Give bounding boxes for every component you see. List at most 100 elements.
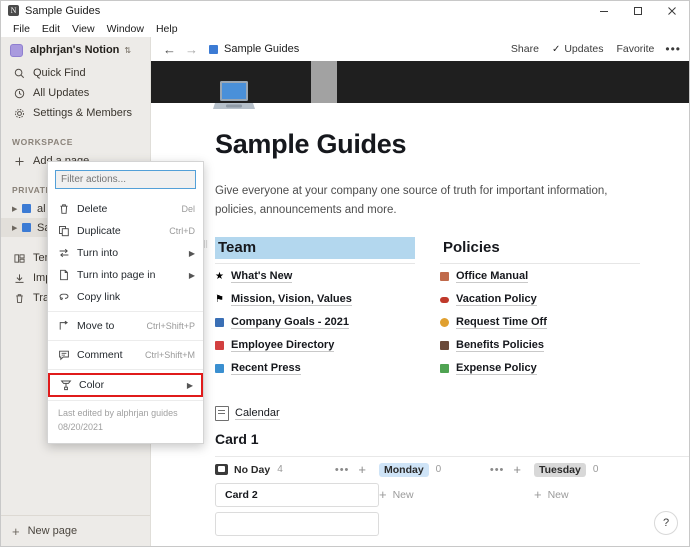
board-column-name[interactable]: Tuesday bbox=[534, 462, 586, 477]
list-item-label[interactable]: Office Manual bbox=[456, 270, 529, 284]
menu-item-delete[interactable]: Delete Del bbox=[48, 198, 203, 220]
no-day-icon bbox=[215, 464, 228, 476]
page-title[interactable]: Sample Guides bbox=[215, 129, 689, 160]
menu-item-copy-link[interactable]: Copy link bbox=[48, 286, 203, 308]
list-item-label[interactable]: Request Time Off bbox=[456, 316, 547, 330]
board-column-count: 0 bbox=[592, 464, 599, 476]
menu-item-label: Comment bbox=[77, 349, 123, 361]
board-card[interactable]: Card 2 bbox=[215, 482, 379, 507]
list-item-label[interactable]: Mission, Vision, Values bbox=[231, 293, 352, 307]
calendar-label[interactable]: Calendar bbox=[235, 407, 280, 420]
gear-icon bbox=[12, 108, 26, 119]
page-body: Sample Guides Give everyone at your comp… bbox=[151, 129, 689, 541]
board-column-monday: Monday 0 ••• + + New bbox=[379, 457, 534, 541]
board-new-label: New bbox=[547, 488, 569, 501]
list-item-label[interactable]: Expense Policy bbox=[456, 362, 537, 376]
minimize-icon[interactable] bbox=[587, 1, 621, 20]
app-window: Sample Guides File Edit View Window Help… bbox=[0, 0, 690, 547]
new-page-button[interactable]: + New page bbox=[1, 515, 150, 546]
filter-actions-input[interactable] bbox=[55, 170, 196, 189]
list-item-label[interactable]: Benefits Policies bbox=[456, 339, 545, 353]
share-button[interactable]: Share bbox=[511, 43, 539, 55]
board-column-add-icon[interactable]: + bbox=[513, 462, 521, 477]
divider bbox=[440, 262, 640, 264]
move-to-icon bbox=[58, 320, 77, 332]
board-new-card-button[interactable]: + New bbox=[534, 483, 689, 507]
list-item[interactable]: ⚑ Mission, Vision, Values bbox=[215, 290, 415, 310]
list-item-label[interactable]: What's New bbox=[231, 270, 293, 284]
list-item[interactable]: Recent Press bbox=[215, 359, 415, 379]
menu-file[interactable]: File bbox=[7, 23, 36, 35]
board-column-add-icon[interactable]: + bbox=[358, 462, 366, 477]
laptop-emoji[interactable] bbox=[211, 77, 257, 117]
board-card[interactable] bbox=[215, 511, 379, 536]
close-icon[interactable] bbox=[655, 1, 689, 20]
favorite-button[interactable]: Favorite bbox=[616, 43, 654, 55]
list-item[interactable]: ★ What's New bbox=[215, 267, 415, 287]
list-item[interactable]: Expense Policy bbox=[440, 359, 640, 379]
workspace-avatar bbox=[10, 43, 23, 57]
menu-item-label: Turn into page in bbox=[77, 269, 156, 281]
updates-button[interactable]: ✓ Updates bbox=[552, 43, 604, 55]
column-team: ⣿ Team ★ What's New ⚑ Mission, Vision, V… bbox=[203, 236, 415, 379]
menu-help[interactable]: Help bbox=[150, 23, 184, 35]
board-new-label: New bbox=[392, 488, 414, 501]
menu-edit[interactable]: Edit bbox=[36, 23, 66, 35]
calendar-link[interactable]: Calendar bbox=[215, 405, 689, 421]
column-team-heading[interactable]: Team bbox=[215, 236, 415, 259]
import-icon bbox=[12, 273, 26, 284]
money-emoji bbox=[440, 364, 456, 374]
list-item[interactable]: Vacation Policy bbox=[440, 290, 640, 310]
menu-item-turn-into[interactable]: Turn into ▶ bbox=[48, 242, 203, 264]
bell-emoji bbox=[440, 318, 456, 328]
menu-item-move-to[interactable]: Move to Ctrl+Shift+P bbox=[48, 315, 203, 337]
plus-icon: + bbox=[12, 523, 20, 539]
menu-item-color[interactable]: Color ▶ bbox=[48, 373, 203, 397]
list-item[interactable]: Benefits Policies bbox=[440, 336, 640, 356]
maximize-icon[interactable] bbox=[621, 1, 655, 20]
sidebar-item-settings-members[interactable]: Settings & Members bbox=[1, 103, 150, 123]
help-button[interactable]: ? bbox=[654, 511, 678, 535]
context-menu-footer: Last edited by alphrjan guides 08/20/202… bbox=[48, 400, 203, 443]
list-item[interactable]: Office Manual bbox=[440, 267, 640, 287]
list-item[interactable]: Request Time Off bbox=[440, 313, 640, 333]
toolbox-emoji bbox=[215, 341, 231, 351]
menu-item-label: Delete bbox=[77, 203, 108, 215]
chevron-right-icon[interactable]: ▶ bbox=[12, 205, 22, 213]
list-item-label[interactable]: Company Goals - 2021 bbox=[231, 316, 349, 330]
page-cover[interactable] bbox=[151, 61, 689, 109]
list-item-label[interactable]: Employee Directory bbox=[231, 339, 335, 353]
menu-item-duplicate[interactable]: Duplicate Ctrl+D bbox=[48, 220, 203, 242]
workspace-switcher[interactable]: alphrjan's Notion ⇅ bbox=[1, 37, 150, 63]
back-arrow-icon[interactable]: ← bbox=[163, 42, 176, 57]
list-item[interactable]: Employee Directory bbox=[215, 336, 415, 356]
board-column-menu-icon[interactable]: ••• bbox=[335, 464, 350, 476]
board-column-name[interactable]: No Day bbox=[234, 464, 270, 476]
breadcrumb[interactable]: Sample Guides bbox=[224, 43, 299, 55]
list-item-label[interactable]: Vacation Policy bbox=[456, 293, 537, 307]
board-new-card-button[interactable]: + New bbox=[379, 483, 534, 507]
check-icon: ✓ bbox=[551, 43, 561, 55]
menu-item-label: Move to bbox=[77, 320, 115, 332]
menu-window[interactable]: Window bbox=[101, 23, 150, 35]
last-edited-by: Last edited by alphrjan guides bbox=[58, 408, 178, 418]
board-column-menu-icon[interactable]: ••• bbox=[490, 464, 505, 476]
chevron-right-icon[interactable]: ▶ bbox=[12, 224, 22, 232]
more-options-icon[interactable]: ••• bbox=[665, 42, 681, 56]
board-column-name[interactable]: Monday bbox=[379, 462, 429, 477]
menu-item-turn-into-page-in[interactable]: Turn into page in ▶ bbox=[48, 264, 203, 286]
list-item[interactable]: Company Goals - 2021 bbox=[215, 313, 415, 333]
menu-item-shortcut: Del bbox=[181, 204, 195, 214]
sidebar-item-label: Quick Find bbox=[33, 67, 86, 79]
search-icon bbox=[12, 68, 26, 79]
forward-arrow-icon[interactable]: → bbox=[185, 42, 198, 57]
page-description[interactable]: Give everyone at your company one source… bbox=[215, 182, 615, 220]
sidebar-item-quick-find[interactable]: Quick Find bbox=[1, 63, 150, 83]
list-item-label[interactable]: Recent Press bbox=[231, 362, 301, 376]
board-title[interactable]: Card 1 bbox=[215, 431, 689, 447]
sidebar-item-all-updates[interactable]: All Updates bbox=[1, 83, 150, 103]
menu-item-label: Color bbox=[79, 379, 105, 391]
column-policies-heading[interactable]: Policies bbox=[440, 237, 640, 259]
menu-view[interactable]: View bbox=[66, 23, 101, 35]
menu-item-comment[interactable]: Comment Ctrl+Shift+M bbox=[48, 344, 203, 366]
